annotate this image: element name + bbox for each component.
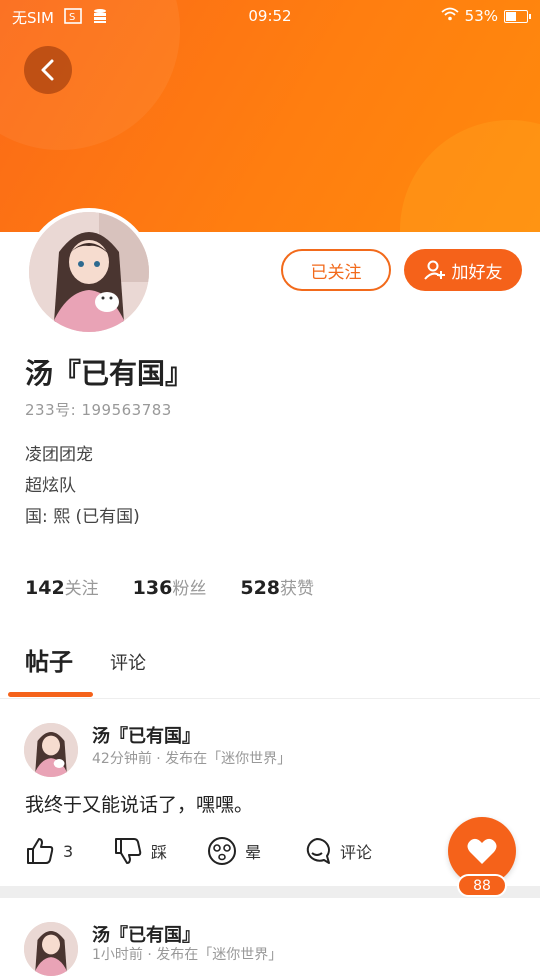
comment-label: 评论: [340, 843, 373, 862]
stat-label: 获赞: [280, 579, 315, 599]
battery-icon: [504, 9, 531, 23]
post-meta: 1小时前 · 发布在「迷你世界」: [92, 947, 283, 963]
comment-button[interactable]: 评论: [302, 836, 372, 866]
post-avatar[interactable]: [24, 723, 78, 777]
stat-value: 142: [25, 577, 65, 599]
profile-bio: 凌团团宠 超炫队 国: 熙 (已有国): [25, 440, 140, 533]
status-bar: 无SIM S 09:52 53%: [0, 0, 540, 34]
banner-decoration: [400, 120, 540, 232]
status-right: 53%: [441, 7, 531, 25]
post-author[interactable]: 汤『已有国』: [92, 722, 200, 748]
profile-avatar[interactable]: [25, 208, 153, 336]
content-tabs: 帖子 评论: [0, 640, 540, 699]
stat-value: 528: [240, 577, 281, 599]
tab-comments[interactable]: 评论: [110, 649, 146, 675]
heart-icon: [467, 838, 497, 864]
dislike-label: 踩: [151, 843, 168, 862]
thumbs-up-icon: [27, 838, 54, 864]
thumbs-down-icon: [115, 838, 142, 864]
stat-value: 136: [132, 577, 173, 599]
bio-line: 超炫队: [25, 476, 76, 496]
add-friend-button[interactable]: 加好友: [404, 249, 522, 291]
followed-button[interactable]: 已关注: [281, 249, 391, 291]
profile-stats: 142关注 136粉丝 528获赞: [25, 574, 314, 599]
stat-label: 粉丝: [172, 579, 207, 599]
profile-name: 汤『已有国』: [25, 357, 194, 390]
like-button[interactable]: 3: [25, 836, 73, 866]
tab-posts[interactable]: 帖子: [25, 642, 73, 677]
post-meta: 42分钟前 · 发布在「迷你世界」: [92, 751, 292, 767]
stat-label: 关注: [64, 579, 99, 599]
bio-line: 凌团团宠: [25, 445, 93, 465]
emoji-reaction-button[interactable]: 晕: [207, 836, 261, 866]
back-button[interactable]: [24, 46, 72, 94]
dislike-button[interactable]: 踩: [113, 836, 167, 866]
profile-id: 233号: 199563783: [25, 401, 172, 419]
wifi-icon: [441, 7, 459, 25]
active-tab-indicator: [8, 692, 93, 697]
dizzy-face-icon: [208, 837, 236, 865]
emoji-reaction-label: 晕: [245, 843, 262, 862]
add-friend-label: 加好友: [451, 262, 503, 283]
post-text: 我终于又能说话了，嘿嘿。: [25, 794, 254, 816]
like-count: 3: [63, 841, 74, 861]
profile-header-banner: [0, 0, 540, 232]
stat-fans[interactable]: 136粉丝: [133, 574, 207, 599]
bio-line: 国: 熙 (已有国): [25, 507, 140, 527]
post-avatar[interactable]: [24, 922, 78, 976]
post-actions: 3 踩 晕 评论: [25, 836, 445, 870]
like-fab-count: 88: [457, 874, 507, 897]
chevron-left-icon: [41, 59, 54, 81]
battery-percent: 53%: [464, 7, 498, 25]
comment-bubble-icon: [306, 838, 330, 864]
stat-following[interactable]: 142关注: [25, 574, 99, 599]
stat-likes: 528获赞: [240, 574, 314, 599]
add-user-icon: [423, 260, 445, 280]
